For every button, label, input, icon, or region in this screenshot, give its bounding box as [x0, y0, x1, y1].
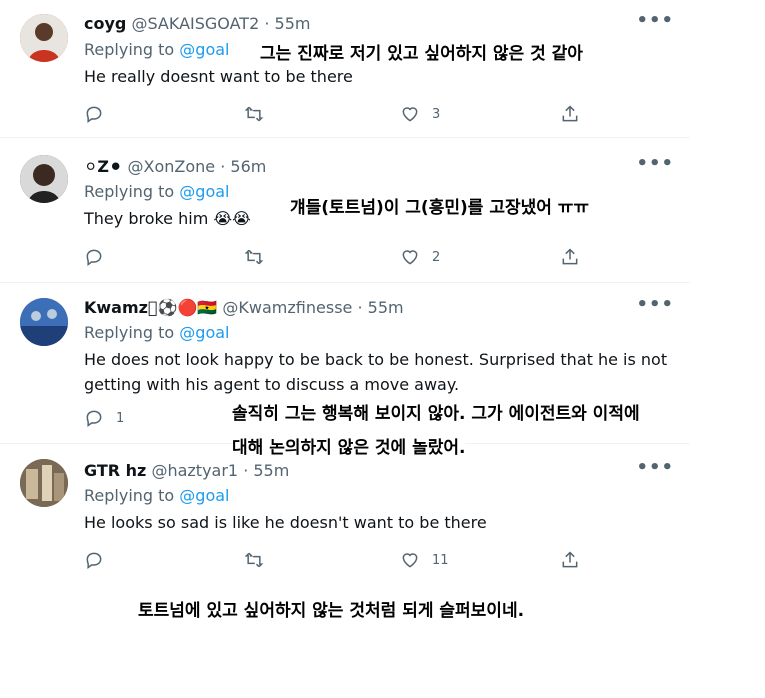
tweet-header: ⚪Z⚫ @XonZone · 56m — [84, 157, 267, 176]
tweet-header: Kwamz🏾⚽🔴🇬🇭 @Kwamzfinesse · 55m — [84, 298, 404, 317]
share-icon — [562, 551, 578, 568]
caption-4: 토트넘에 있고 싶어하지 않는 것처럼 되게 슬퍼보이네. — [138, 597, 525, 625]
reply-button[interactable] — [84, 245, 104, 269]
tweet-actions: 3 — [84, 102, 584, 126]
handle[interactable]: @haztyar1 — [151, 461, 238, 480]
more-icon[interactable]: ••• — [636, 153, 674, 174]
tweet-actions: 11 — [84, 548, 584, 572]
replying-to: Replying to @goal — [84, 323, 230, 342]
timestamp[interactable]: 55m — [253, 461, 289, 480]
reply-button[interactable] — [84, 102, 104, 126]
handle[interactable]: @SAKAISGOAT2 — [131, 14, 259, 33]
reply-button[interactable] — [84, 548, 104, 572]
display-name[interactable]: coyg — [84, 14, 126, 33]
tweet-4[interactable]: GTR hz @haztyar1 · 55m ••• Replying to @… — [0, 445, 690, 585]
handle[interactable]: @XonZone — [128, 157, 216, 176]
like-count: 11 — [432, 552, 449, 568]
share-button[interactable] — [560, 245, 580, 269]
caption-2: 걔들(토트넘)이 그(흥민)를 고장냈어 ㅠㅠ — [290, 194, 590, 222]
mention-link[interactable]: @goal — [179, 182, 229, 201]
more-icon[interactable]: ••• — [636, 457, 674, 478]
share-icon — [562, 105, 578, 122]
timestamp[interactable]: 55m — [368, 298, 404, 317]
avatar[interactable] — [20, 298, 68, 346]
reply-icon — [86, 106, 102, 123]
reply-count: 1 — [116, 410, 125, 426]
replying-to: Replying to @goal — [84, 486, 230, 505]
retweet-button[interactable] — [244, 102, 264, 126]
like-button[interactable]: 3 — [400, 102, 440, 126]
share-button[interactable] — [560, 548, 580, 572]
reply-icon — [86, 552, 102, 569]
display-name[interactable]: ⚪Z⚫ — [84, 157, 122, 176]
like-button[interactable]: 11 — [400, 548, 449, 572]
handle[interactable]: @Kwamzfinesse — [222, 298, 352, 317]
tweet-text: He does not look happy to be back to be … — [84, 350, 668, 394]
tweet-actions: 2 — [84, 245, 584, 269]
like-button[interactable]: 2 — [400, 245, 440, 269]
reply-icon — [86, 410, 102, 427]
retweet-button[interactable] — [244, 548, 264, 572]
like-icon — [402, 107, 418, 122]
replying-to: Replying to @goal — [84, 182, 230, 201]
more-icon[interactable]: ••• — [636, 294, 674, 315]
reply-icon — [86, 249, 102, 266]
mention-link[interactable]: @goal — [179, 40, 229, 59]
like-count: 3 — [432, 106, 441, 122]
avatar[interactable] — [20, 155, 68, 203]
avatar[interactable] — [20, 14, 68, 62]
share-button[interactable] — [560, 102, 580, 126]
caption-3-line1: 솔직히 그는 행복해 보이지 않아. 그가 에이전트와 이적에 — [232, 400, 640, 428]
share-icon — [562, 248, 578, 265]
mention-link[interactable]: @goal — [179, 323, 229, 342]
caption-1: 그는 진짜로 저기 있고 싶어하지 않은 것 같아 — [260, 40, 583, 68]
display-name[interactable]: Kwamz🏾⚽🔴🇬🇭 — [84, 298, 217, 317]
retweet-icon — [244, 106, 264, 122]
timestamp[interactable]: 55m — [275, 14, 311, 33]
avatar[interactable] — [20, 459, 68, 507]
tweet-header: coyg @SAKAISGOAT2 · 55m — [84, 14, 311, 33]
tweet-text: He looks so sad is like he doesn't want … — [84, 513, 487, 532]
display-name[interactable]: GTR hz — [84, 461, 146, 480]
like-icon — [402, 553, 418, 568]
retweet-icon — [244, 552, 264, 568]
timestamp[interactable]: 56m — [230, 157, 266, 176]
like-count: 2 — [432, 249, 441, 265]
like-icon — [402, 250, 418, 265]
caption-3-line2: 대해 논의하지 않은 것에 놀랐어. — [232, 434, 466, 462]
retweet-button[interactable] — [244, 245, 264, 269]
more-icon[interactable]: ••• — [636, 10, 674, 31]
replying-to: Replying to @goal — [84, 40, 230, 59]
retweet-icon — [244, 249, 264, 265]
tweet-header: GTR hz @haztyar1 · 55m — [84, 461, 290, 480]
tweet-1[interactable]: coyg @SAKAISGOAT2 · 55m ••• Replying to … — [0, 0, 690, 138]
reply-button[interactable]: 1 — [84, 406, 124, 430]
mention-link[interactable]: @goal — [179, 486, 229, 505]
